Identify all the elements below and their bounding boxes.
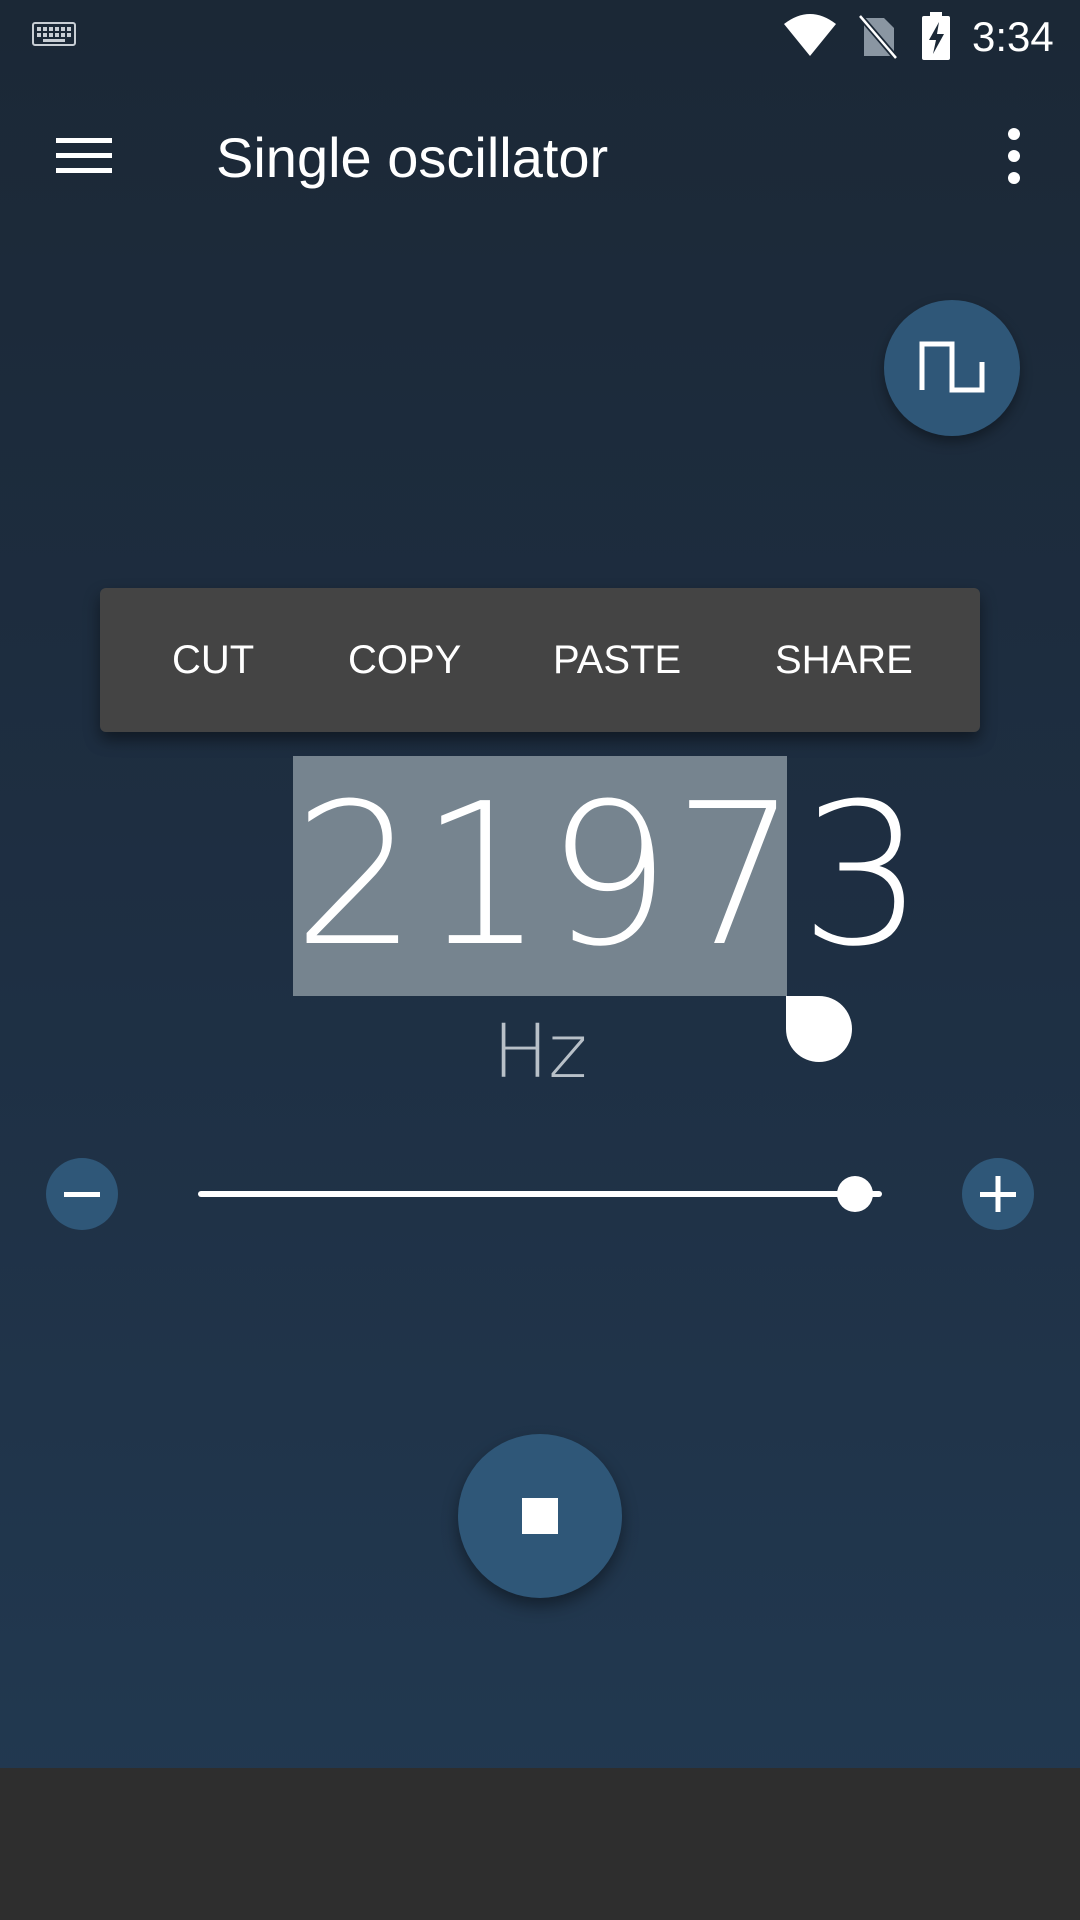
stop-icon xyxy=(522,1498,558,1534)
cut-menu-item[interactable]: CUT xyxy=(172,588,254,732)
frequency-slider[interactable] xyxy=(198,1191,882,1197)
app-bar: Single oscillator xyxy=(0,74,1080,242)
bottom-panel xyxy=(0,1768,1080,1920)
copy-menu-item[interactable]: COPY xyxy=(348,588,461,732)
frequency-slider-thumb[interactable] xyxy=(836,1176,873,1212)
page-title: Single oscillator xyxy=(216,126,609,189)
frequency-unit: Hz xyxy=(492,1009,588,1095)
selection-handle[interactable] xyxy=(786,996,852,1062)
status-time: 3:34 xyxy=(972,13,1054,60)
more-vert-icon[interactable] xyxy=(990,126,1038,186)
increase-frequency-button[interactable] xyxy=(962,1158,1034,1230)
square-wave-icon xyxy=(919,341,985,393)
wifi-icon xyxy=(784,14,836,56)
keyboard-icon xyxy=(32,22,76,46)
battery-charging-icon xyxy=(922,12,950,60)
stop-button[interactable] xyxy=(458,1434,622,1598)
waveform-button[interactable] xyxy=(884,300,1020,436)
text-selection-menu: CUT COPY PASTE SHARE xyxy=(100,588,980,732)
paste-menu-item[interactable]: PASTE xyxy=(553,588,681,732)
menu-icon[interactable] xyxy=(54,132,114,180)
minus-icon xyxy=(64,1192,100,1197)
no-sim-icon xyxy=(858,14,898,60)
status-bar: 3:34 xyxy=(0,0,1080,74)
decrease-frequency-button[interactable] xyxy=(46,1158,118,1230)
frequency-input[interactable]: 21973 xyxy=(293,756,925,996)
share-menu-item[interactable]: SHARE xyxy=(775,588,913,732)
plus-icon xyxy=(980,1176,1016,1212)
oscillator-screen: 3:34 Single oscillator CUT COPY PASTE SH… xyxy=(0,0,1080,1920)
